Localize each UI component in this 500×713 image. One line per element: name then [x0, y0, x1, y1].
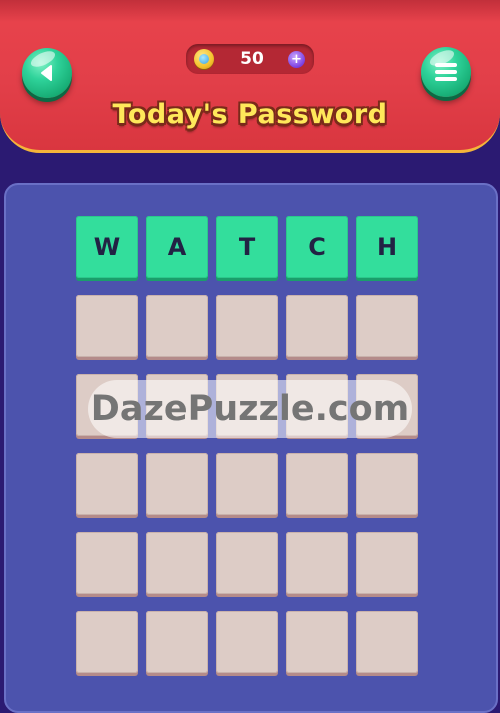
coin-balance: 50 + — [186, 44, 314, 74]
hamburger-menu-icon — [435, 63, 457, 81]
coin-gem — [199, 54, 209, 64]
empty-tile[interactable] — [286, 295, 348, 357]
empty-tile[interactable] — [76, 532, 138, 594]
empty-tile[interactable] — [146, 295, 208, 357]
empty-tile[interactable] — [216, 532, 278, 594]
empty-tile[interactable] — [356, 611, 418, 673]
empty-tile[interactable] — [356, 532, 418, 594]
letter-tile: A — [146, 216, 208, 278]
grid-row — [76, 611, 425, 674]
page-title: Today's Password — [112, 99, 388, 130]
empty-tile[interactable] — [76, 611, 138, 673]
header-shade — [0, 0, 500, 22]
letter-tile: W — [76, 216, 138, 278]
back-button[interactable] — [22, 48, 72, 98]
empty-tile[interactable] — [76, 453, 138, 515]
letter-tile: H — [356, 216, 418, 278]
empty-tile[interactable] — [216, 611, 278, 673]
letter-grid: WATCH — [76, 216, 425, 690]
empty-tile[interactable] — [146, 532, 208, 594]
grid-row — [76, 532, 425, 595]
empty-tile[interactable] — [356, 295, 418, 357]
empty-tile[interactable] — [146, 453, 208, 515]
empty-tile[interactable] — [286, 453, 348, 515]
empty-tile[interactable] — [286, 532, 348, 594]
grid-row — [76, 295, 425, 358]
letter-tile: T — [216, 216, 278, 278]
empty-tile[interactable] — [216, 295, 278, 357]
add-coins-button[interactable]: + — [288, 51, 305, 68]
empty-tile[interactable] — [146, 611, 208, 673]
menu-button[interactable] — [421, 47, 471, 97]
back-arrow-icon — [41, 65, 52, 81]
grid-row — [76, 453, 425, 516]
empty-tile[interactable] — [216, 453, 278, 515]
empty-tile[interactable] — [286, 611, 348, 673]
coin-count: 50 — [240, 49, 264, 69]
empty-tile[interactable] — [356, 453, 418, 515]
grid-row: WATCH — [76, 216, 425, 279]
letter-tile: C — [286, 216, 348, 278]
watermark: DazePuzzle.com — [88, 380, 412, 438]
empty-tile[interactable] — [76, 295, 138, 357]
coin-icon — [194, 49, 214, 69]
